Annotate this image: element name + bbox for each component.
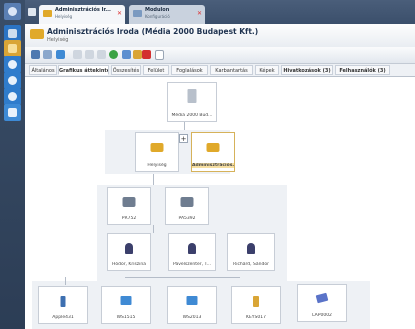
tab-maintenance[interactable]: Karbantartás — [210, 65, 253, 75]
shield-icon[interactable] — [4, 56, 21, 73]
link-icon[interactable] — [122, 50, 131, 59]
connector — [153, 225, 154, 233]
key-icon — [253, 296, 259, 307]
redo-icon[interactable] — [85, 50, 94, 59]
connector — [65, 277, 66, 285]
node-device[interactable]: Apple431 — [38, 286, 88, 324]
connector — [153, 174, 154, 185]
person-icon — [125, 243, 133, 254]
node-device[interactable]: KEYS017 — [231, 286, 281, 324]
monitor-icon — [186, 296, 198, 305]
page-title: Adminisztrációs Iroda (Média 2000 Budape… — [47, 27, 259, 36]
tab-modulon[interactable]: Modulon Konfiguráció ✕ — [129, 5, 205, 24]
graph-canvas: Média 2000 Bud... Helyiség + Adminisztrá… — [25, 77, 415, 329]
tab-graphical-overview[interactable]: Grafikus áttekintés — [58, 65, 109, 75]
expand-button[interactable]: + — [179, 134, 188, 143]
close-icon[interactable]: ✕ — [117, 10, 122, 17]
node-root[interactable]: Média 2000 Bud... — [167, 82, 217, 122]
building-icon — [187, 89, 197, 103]
refresh-icon[interactable] — [56, 50, 65, 59]
undo-icon[interactable] — [73, 50, 82, 59]
tab-surface[interactable]: Felület — [143, 65, 169, 75]
accept-icon[interactable] — [109, 50, 118, 59]
home-icon[interactable] — [4, 3, 21, 20]
lock-icon[interactable] — [4, 40, 21, 57]
module-icon — [133, 10, 142, 17]
new-document-icon[interactable] — [155, 50, 164, 60]
room-icon — [150, 143, 164, 152]
laptop-icon — [315, 292, 329, 304]
monitor-icon — [120, 296, 132, 305]
tab-admin-office[interactable]: Adminisztrációs Ir... Helyiség ✕ — [39, 5, 125, 24]
tab-users[interactable]: Felhasználók (3) — [335, 65, 390, 75]
node-admin-office[interactable]: Adminisztrációs... — [191, 132, 235, 172]
printer-icon — [180, 197, 194, 207]
phone-icon — [60, 296, 66, 307]
person-icon — [188, 243, 196, 254]
document-tabs: Adminisztrációs Ir... Helyiség ✕ Modulon… — [25, 0, 415, 24]
connector — [184, 122, 185, 130]
room-icon — [206, 143, 220, 152]
node-device[interactable]: WS2013 — [167, 286, 217, 324]
copy-icon[interactable] — [97, 50, 106, 59]
tab-summary[interactable]: Összesítés — [111, 65, 141, 75]
section-tabs: Általános Grafikus áttekintés Összesítés… — [25, 64, 415, 77]
tab-bookings[interactable]: Foglalások — [171, 65, 208, 75]
tab-images[interactable]: Képek — [255, 65, 279, 75]
tab-general[interactable]: Általános — [29, 65, 57, 75]
node-device[interactable]: WS1515 — [101, 286, 151, 324]
page-header: Adminisztrációs Iroda (Média 2000 Budape… — [25, 24, 415, 48]
node-printer[interactable]: PR752 — [107, 187, 151, 225]
node-printer[interactable]: PA5392 — [165, 187, 209, 225]
tab-references[interactable]: Hivatkozások (3) — [281, 65, 333, 75]
window-icon[interactable] — [4, 104, 21, 121]
room-icon — [30, 29, 44, 39]
folder-icon — [43, 10, 52, 17]
printer-icon — [122, 197, 136, 207]
folder-icon[interactable] — [133, 50, 142, 59]
node-room[interactable]: Helyiség — [135, 132, 179, 172]
settings-icon[interactable] — [4, 72, 21, 89]
node-device[interactable]: LAP0002 — [297, 284, 347, 322]
app-sidebar — [0, 0, 25, 329]
home-tab-icon[interactable] — [28, 8, 36, 16]
close-icon[interactable]: ✕ — [197, 10, 202, 17]
toolbar — [25, 47, 415, 64]
save-icon[interactable] — [31, 50, 40, 59]
edit-icon[interactable] — [43, 50, 52, 59]
connector — [125, 277, 240, 278]
node-person[interactable]: Richárd, Sándor — [227, 233, 275, 271]
node-person[interactable]: Hódor, Kriszina — [107, 233, 151, 271]
page-subtitle: Helyiség — [47, 37, 69, 43]
node-person[interactable]: Pavelszenter, T... — [168, 233, 216, 271]
delete-icon[interactable] — [142, 50, 151, 59]
person-icon — [247, 243, 255, 254]
filter-icon[interactable] — [4, 88, 21, 105]
